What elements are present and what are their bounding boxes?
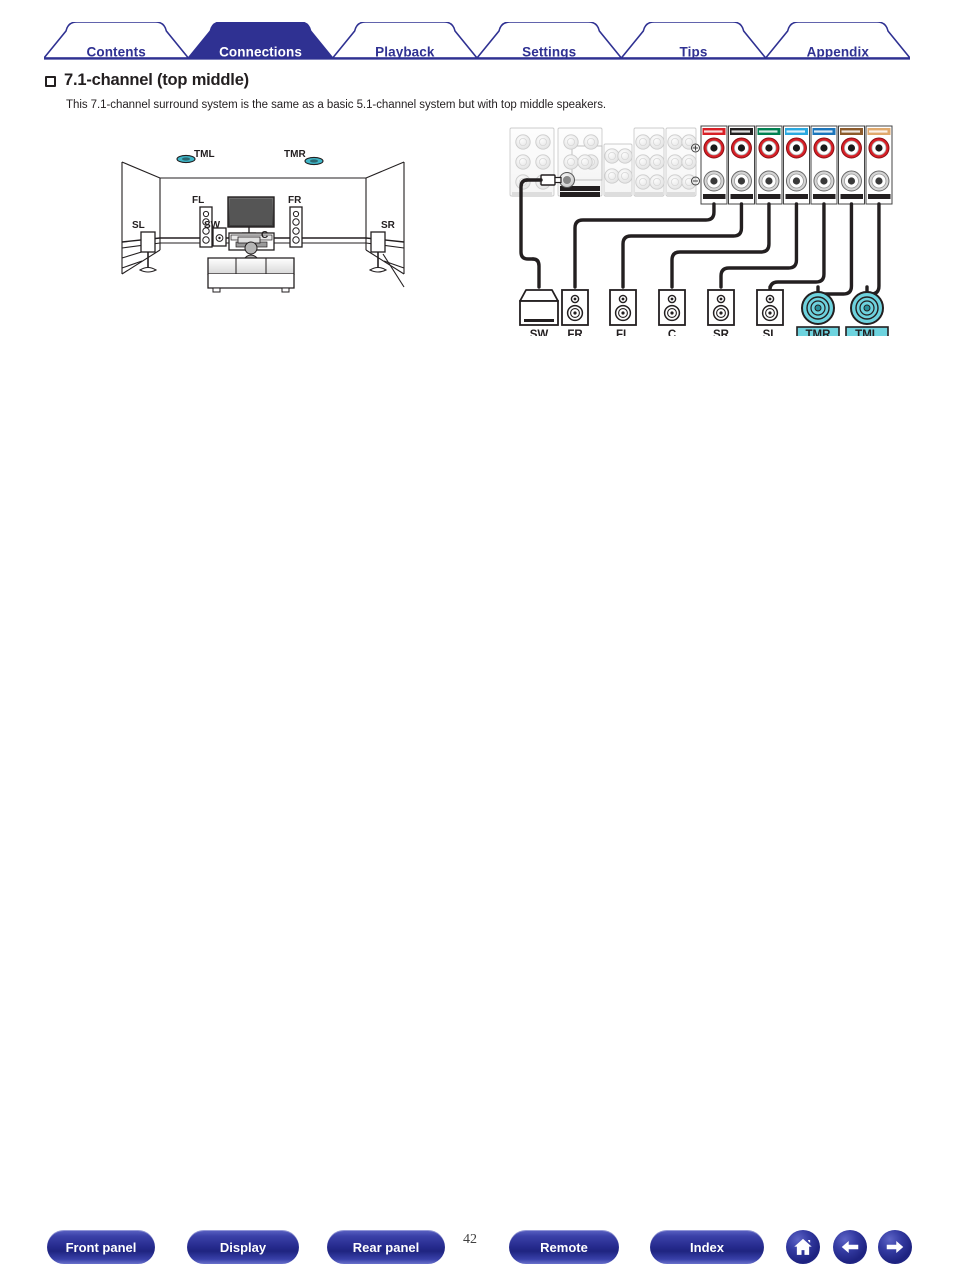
cable-to-speaker bbox=[719, 202, 799, 289]
speaker-label-sl: SL bbox=[763, 329, 778, 336]
page-number: 42 bbox=[463, 1232, 477, 1247]
room-layout-diagram: TML TMR FL FR SW C SL SR .rlabel { font-… bbox=[118, 142, 408, 322]
forward-arrow-icon[interactable] bbox=[878, 1230, 912, 1264]
tab-bar-shapes bbox=[44, 22, 910, 60]
nav-button-index[interactable]: Index bbox=[650, 1230, 764, 1264]
speaker-label-sr: SR bbox=[713, 329, 730, 336]
room-sofa bbox=[207, 257, 295, 293]
tab-label-playback[interactable]: Playback bbox=[375, 45, 434, 60]
bottom-navigation-bar: Front panel Display Rear panel Remote Index … bbox=[0, 612, 954, 1264]
speaker-label-fr: FR bbox=[567, 329, 583, 336]
room-speaker-sr bbox=[368, 231, 388, 273]
home-icon[interactable] bbox=[786, 1230, 820, 1264]
room-ceiling-speaker-tmr bbox=[304, 156, 324, 166]
cable-to-speaker bbox=[865, 202, 881, 303]
nav-button-rear-panel[interactable]: Rear panel bbox=[327, 1230, 445, 1264]
speaker-fl: FL bbox=[609, 289, 637, 341]
room-label-fl: FL bbox=[192, 195, 204, 206]
room-label-tmr: TMR bbox=[284, 149, 306, 160]
back-arrow-icon[interactable] bbox=[833, 1230, 867, 1264]
room-label-fr: FR bbox=[288, 195, 302, 206]
tab-label-connections[interactable]: Connections bbox=[219, 45, 302, 60]
nav-button-front-panel[interactable]: Front panel bbox=[47, 1230, 155, 1264]
speaker-tmr: TMR bbox=[796, 291, 840, 343]
speaker-label-sw: SW bbox=[530, 329, 549, 336]
speaker-label-fl: FL bbox=[616, 329, 630, 336]
tab-label-tips[interactable]: Tips bbox=[680, 45, 708, 60]
speaker-label-c: C bbox=[668, 329, 676, 336]
speaker-tml: TML bbox=[845, 291, 889, 343]
speaker-fr: FR bbox=[561, 289, 589, 341]
speaker-label-tmr: TMR bbox=[806, 329, 832, 336]
room-label-sl: SL bbox=[132, 220, 145, 231]
tab-label-contents[interactable]: Contents bbox=[87, 45, 146, 60]
speaker-sr: SR bbox=[707, 289, 735, 341]
cable-to-speaker bbox=[621, 202, 744, 289]
cable-sw-drop bbox=[531, 257, 541, 289]
nav-button-display[interactable]: Display bbox=[187, 1230, 299, 1264]
top-tab-bar: Contents Connections Playback Settings Tips A… bbox=[44, 22, 910, 60]
speaker-sl: SL bbox=[756, 289, 784, 341]
room-speaker-sl bbox=[138, 231, 158, 273]
page-heading: 7.1-channel (top middle) bbox=[45, 71, 249, 90]
speaker-sw: SW bbox=[519, 289, 559, 341]
room-ceiling-speaker-tml bbox=[176, 154, 196, 164]
room-label-tml: TML bbox=[194, 149, 215, 160]
room-label-c: C bbox=[261, 230, 268, 241]
square-bullet-icon bbox=[45, 76, 56, 87]
rear-panel-connection-diagram: SW FR FL C SR SL TMR TML bbox=[505, 124, 897, 343]
room-speaker-fr bbox=[289, 206, 303, 248]
tab-label-appendix[interactable]: Appendix bbox=[807, 45, 869, 60]
speaker-label-tml: TML bbox=[855, 329, 879, 336]
room-label-sw: SW bbox=[204, 220, 221, 231]
tab-label-settings[interactable]: Settings bbox=[522, 45, 576, 60]
cable-to-speaker bbox=[573, 202, 716, 289]
page-title: 7.1-channel (top middle) bbox=[64, 71, 249, 89]
room-label-sr: SR bbox=[381, 220, 396, 231]
nav-button-remote[interactable]: Remote bbox=[509, 1230, 619, 1264]
speaker-c: C bbox=[658, 289, 686, 341]
page-subtitle: This 7.1-channel surround system is the … bbox=[66, 99, 607, 111]
